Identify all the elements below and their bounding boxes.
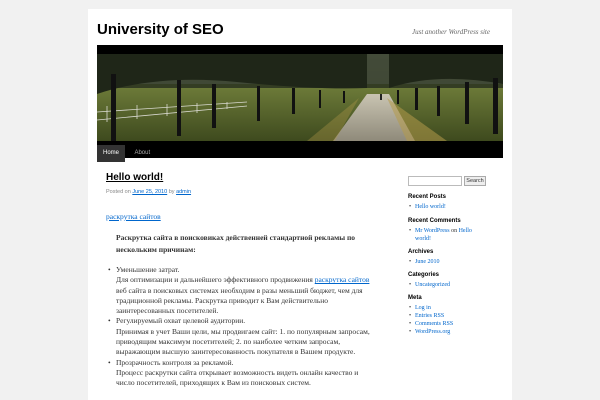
widget-title: Categories [408,272,440,278]
list-item: Прозрачность контроля за рекламой. Проце… [106,358,376,389]
list-item: Hello world! [408,203,488,211]
widget-title: Meta [408,295,422,301]
widget-title: Recent Posts [408,194,447,200]
header-rule [97,45,503,54]
category-link[interactable]: Uncategorized [415,282,450,288]
post-date-link[interactable]: June 25, 2010 [132,189,167,195]
widget-recent-posts: Recent Posts Hello world! [408,194,488,211]
site-description: Just another WordPress site [412,28,490,36]
list-item: Регулируемый охват целевой аудитории. Пр… [106,316,376,357]
archive-link[interactable]: June 2010 [415,259,440,265]
list-item: Mr WordPress on Hello world! [408,227,488,243]
list-item: Entries RSS [408,312,488,320]
widget-meta: Meta Log in Entries RSS Comments RSS Wor… [408,295,488,336]
comments-rss-link[interactable]: Comments RSS [415,321,453,327]
widget-archives: Archives June 2010 [408,249,488,266]
list-item: WordPress.org [408,328,488,336]
widget-title: Archives [408,249,434,255]
header-image [97,54,503,141]
reasons-list: Уменьшение затрат. Для оптимизации и дал… [106,265,376,389]
comment-author-link[interactable]: Mr WordPress [415,228,450,234]
reason-title: Регулируемый охват целевой аудитории. [116,316,246,326]
list-item: June 2010 [408,258,488,266]
reason-text: Принимая в учет Ваши цели, мы продвигаем… [116,326,370,357]
reason-title: Уменьшение затрат. [116,265,180,274]
main-navigation: Home About [97,141,503,162]
widget-categories: Categories Uncategorized [408,272,488,289]
intro-paragraph: Раскрутка сайта в поисковиках действенне… [116,233,356,254]
by-label: by [168,189,175,195]
post: Hello world! Posted on June 25, 2010 by … [106,167,374,387]
lead-link[interactable]: раскрутка сайтов [106,212,161,222]
list-item: Comments RSS [408,320,488,328]
post-meta: Posted on June 25, 2010 by admin [106,189,374,195]
menu-item-home[interactable]: Home [97,145,126,162]
page-wrapper: University of SEO Just another WordPress… [88,9,512,400]
post-author-link[interactable]: admin [176,189,191,195]
reason-text: Для оптимизации и дальнейшего эффективно… [116,275,376,316]
list-item: Log in [408,304,488,312]
widget-title: Recent Comments [408,218,461,224]
reason-text-after: веб сайта в поисковых системах необходим… [116,285,363,316]
list-item: Уменьшение затрат. Для оптимизации и дал… [106,265,376,316]
login-link[interactable]: Log in [415,305,431,311]
widget-recent-comments: Recent Comments Mr WordPress on Hello wo… [408,218,488,243]
reason-text-before: Для оптимизации и дальнейшего эффективно… [116,275,315,285]
inline-link[interactable]: раскрутка сайтов [315,275,370,284]
wordpress-org-link[interactable]: WordPress.org [415,329,450,335]
recent-post-link[interactable]: Hello world! [415,204,446,210]
site-title[interactable]: University of SEO [97,21,224,38]
menu-item-about[interactable]: About [129,145,155,162]
reason-title: Прозрачность контроля за рекламой. [116,357,234,367]
entries-rss-link[interactable]: Entries RSS [415,313,444,319]
comment-on-label: on [449,228,459,234]
search-input[interactable] [408,176,462,186]
search-button[interactable]: Search [464,176,486,186]
list-item: Uncategorized [408,281,488,289]
reason-text: Процесс раскрутки сайта открывает возмож… [116,367,359,388]
post-title[interactable]: Hello world! [106,172,163,183]
posted-on-label: Posted on [106,189,131,195]
